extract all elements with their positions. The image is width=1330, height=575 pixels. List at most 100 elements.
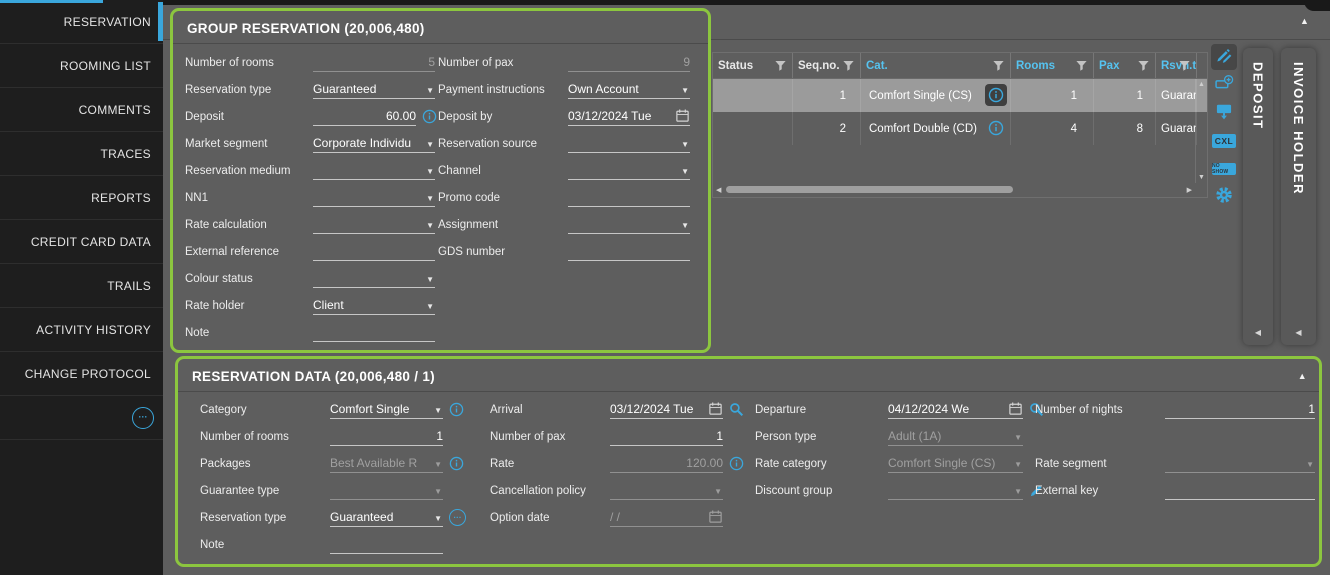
deposit-by-date-field[interactable]: 03/12/2024 Tue: [568, 108, 690, 126]
cancellation-policy-label: Cancellation policy: [490, 485, 610, 497]
cancellation-policy-select[interactable]: ▼: [610, 482, 723, 500]
payment-instructions-select[interactable]: Own Account▼: [568, 81, 690, 99]
reservation-medium-select[interactable]: ▼: [313, 162, 435, 180]
reservation-source-select[interactable]: ▼: [568, 135, 690, 153]
scroll-right-icon[interactable]: ▶: [1187, 186, 1192, 194]
edit-icon: [1214, 45, 1234, 70]
chevron-down-icon: ▼: [426, 168, 434, 176]
discount-group-select[interactable]: ▼: [888, 482, 1023, 500]
column-header-cat[interactable]: Cat.: [861, 53, 1011, 78]
sidebar-more-button[interactable]: ···: [132, 407, 154, 429]
cancel-button[interactable]: CXL: [1211, 128, 1237, 154]
channel-select[interactable]: ▼: [568, 162, 690, 180]
sidebar-item-activity-history[interactable]: ACTIVITY HISTORY: [0, 308, 163, 352]
rate-category-select[interactable]: Comfort Single (CS)▼: [888, 455, 1023, 473]
filter-funnel-icon[interactable]: [842, 59, 855, 72]
sidebar-item-label: CREDIT CARD DATA: [31, 235, 151, 249]
add-reservation-button[interactable]: [1211, 72, 1237, 98]
sidebar-item-reservation[interactable]: RESERVATION: [0, 0, 163, 44]
assignment-select[interactable]: ▼: [568, 216, 690, 234]
guarantee-type-select[interactable]: ▼: [330, 482, 443, 500]
column-header-rooms[interactable]: Rooms: [1011, 53, 1094, 78]
collapse-up-icon[interactable]: ▲: [1298, 371, 1307, 381]
rate-holder-select[interactable]: Client▼: [313, 297, 435, 315]
number-of-pax-input[interactable]: 9: [568, 54, 690, 72]
app-root: RESERVATIONROOMING LISTCOMMENTSTRACESREP…: [0, 0, 1330, 575]
info-icon[interactable]: [449, 402, 464, 417]
external-key-input[interactable]: [1165, 482, 1315, 500]
search-icon[interactable]: [729, 402, 744, 417]
calendar-icon[interactable]: [1008, 401, 1023, 416]
collapse-up-icon[interactable]: ▲: [1300, 16, 1309, 26]
filter-funnel-icon[interactable]: [992, 59, 1005, 72]
calendar-icon[interactable]: [708, 509, 723, 524]
filter-funnel-icon[interactable]: [1137, 59, 1150, 72]
gds-number-input[interactable]: [568, 243, 690, 261]
packages-select[interactable]: Best Available R▼: [330, 455, 443, 473]
option-date-date-field[interactable]: / /: [610, 509, 723, 527]
info-icon[interactable]: [422, 109, 437, 124]
cell-value: 4: [1071, 123, 1077, 135]
column-header-rsvn-ty[interactable]: Rsvn.ty: [1156, 53, 1197, 78]
sidebar-item-change-protocol[interactable]: CHANGE PROTOCOL: [0, 352, 163, 396]
sidebar-item-reports[interactable]: REPORTS: [0, 176, 163, 220]
grid-vertical-scrollbar[interactable]: ▲ ▼: [1195, 79, 1207, 183]
assign-room-button[interactable]: [1211, 100, 1237, 126]
form-row: Number of rooms5Number of pax9: [185, 49, 708, 76]
sidebar-item-rooming-list[interactable]: ROOMING LIST: [0, 44, 163, 88]
colour-status-select[interactable]: ▼: [313, 270, 435, 288]
column-header-seq-no[interactable]: Seq.no.: [793, 53, 861, 78]
scroll-left-icon[interactable]: ◀: [716, 186, 721, 194]
deposit-input[interactable]: 60.00: [313, 108, 416, 126]
sidebar-item-traces[interactable]: TRACES: [0, 132, 163, 176]
note-input[interactable]: [313, 324, 435, 342]
external-reference-input[interactable]: [313, 243, 435, 261]
tab-deposit[interactable]: DEPOSIT ◀: [1243, 48, 1273, 345]
grid-horizontal-scrollbar[interactable]: ◀ ▶: [714, 184, 1194, 196]
info-icon[interactable]: [449, 456, 464, 471]
departure-date-field[interactable]: 04/12/2024 We: [888, 401, 1023, 419]
number-of-pax-input[interactable]: 1: [610, 428, 723, 446]
sidebar-item-trails[interactable]: TRAILS: [0, 264, 163, 308]
calendar-icon[interactable]: [675, 108, 690, 123]
person-type-select[interactable]: Adult (1A)▼: [888, 428, 1023, 446]
info-icon[interactable]: [985, 84, 1007, 106]
market-segment-select[interactable]: Corporate Individu▼: [313, 135, 435, 153]
filter-funnel-icon[interactable]: [1178, 59, 1191, 72]
nn1-select[interactable]: ▼: [313, 189, 435, 207]
cell-cat: Comfort Single (CS): [861, 79, 1011, 112]
scroll-down-icon[interactable]: ▼: [1198, 174, 1205, 181]
no-show-button[interactable]: NO SHOW: [1211, 156, 1237, 182]
tab-collapse-icon[interactable]: ◀: [1243, 328, 1273, 337]
column-header-pax[interactable]: Pax: [1094, 53, 1156, 78]
sidebar-item-credit-card-data[interactable]: CREDIT CARD DATA: [0, 220, 163, 264]
grid-row-2[interactable]: 2Comfort Double (CD)48Guaran: [713, 112, 1207, 145]
info-icon[interactable]: [729, 456, 744, 471]
more-options-button[interactable]: ···: [449, 509, 466, 526]
sidebar-item-comments[interactable]: COMMENTS: [0, 88, 163, 132]
calendar-icon[interactable]: [708, 401, 723, 416]
filter-funnel-icon[interactable]: [774, 59, 787, 72]
note-input[interactable]: [330, 536, 443, 554]
arrival-date-field[interactable]: 03/12/2024 Tue: [610, 401, 723, 419]
settings-gear-button[interactable]: [1211, 184, 1237, 210]
rate-segment-select[interactable]: ▼: [1165, 455, 1315, 473]
number-of-nights-input[interactable]: 1: [1165, 401, 1315, 419]
tab-invoice-holder[interactable]: INVOICE HOLDER ◀: [1281, 48, 1316, 345]
tab-collapse-icon[interactable]: ◀: [1281, 328, 1316, 337]
edit-button[interactable]: [1211, 44, 1237, 70]
promo-code-input[interactable]: [568, 189, 690, 207]
number-of-rooms-input[interactable]: 1: [330, 428, 443, 446]
number-of-rooms-input[interactable]: 5: [313, 54, 435, 72]
reservation-type-select[interactable]: Guaranteed▼: [330, 509, 443, 527]
reservation-type-select[interactable]: Guaranteed▼: [313, 81, 435, 99]
info-icon[interactable]: [985, 117, 1007, 139]
rate-calculation-select[interactable]: ▼: [313, 216, 435, 234]
filter-funnel-icon[interactable]: [1075, 59, 1088, 72]
scroll-up-icon[interactable]: ▲: [1198, 81, 1205, 88]
grid-row-1[interactable]: 1Comfort Single (CS)11Guaran: [713, 79, 1207, 112]
scrollbar-thumb[interactable]: [726, 186, 1013, 193]
column-header-status[interactable]: Status: [713, 53, 793, 78]
category-select[interactable]: Comfort Single▼: [330, 401, 443, 419]
rate-input[interactable]: 120.00: [610, 455, 723, 473]
